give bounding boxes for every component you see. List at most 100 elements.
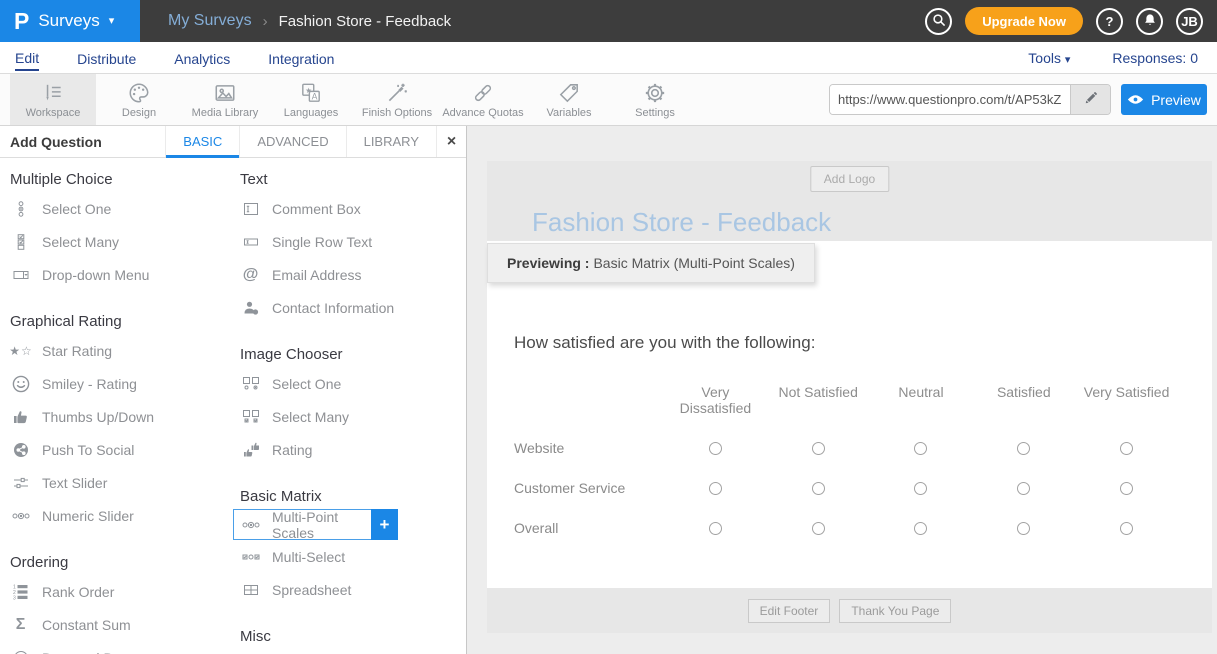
toolbar-item[interactable]: Variables xyxy=(526,74,612,125)
section-title: Multiple Choice xyxy=(10,171,230,188)
eye-icon xyxy=(1127,92,1144,108)
question-type-item[interactable]: Spreadsheet + xyxy=(240,573,457,606)
languages-icon: ★A xyxy=(299,81,323,105)
matrix-column-label: Not Satisfied xyxy=(767,384,870,416)
panel-tab[interactable]: LIBRARY xyxy=(346,126,436,157)
notifications-button[interactable] xyxy=(1136,8,1163,35)
question-type-item[interactable]: Numeric Slider + xyxy=(10,499,230,532)
edit-url-button[interactable] xyxy=(1070,85,1110,114)
responses-count[interactable]: Responses: 0 xyxy=(1112,50,1198,66)
close-panel-button[interactable]: × xyxy=(436,126,466,157)
radio-button[interactable] xyxy=(1017,442,1030,455)
add-logo-button[interactable]: Add Logo xyxy=(810,166,889,192)
matrix-row-label: Website xyxy=(514,440,664,456)
question-type-item[interactable]: Σ Constant Sum + xyxy=(10,608,230,641)
radio-button[interactable] xyxy=(709,482,722,495)
question-type-item[interactable]: ★☆ Star Rating + xyxy=(10,334,230,367)
question-type-item[interactable]: Select One + xyxy=(10,192,230,225)
panel-title: Add Question xyxy=(0,126,165,157)
radio-button[interactable] xyxy=(812,442,825,455)
nav-tab[interactable]: Integration xyxy=(268,45,334,70)
section-title: Image Chooser xyxy=(240,346,457,363)
question-type-item[interactable]: Select Many + xyxy=(240,400,457,433)
radio-button[interactable] xyxy=(914,442,927,455)
search-button[interactable] xyxy=(925,8,952,35)
panel-tab[interactable]: BASIC xyxy=(165,126,239,157)
add-question-header: Add Question BASIC ADVANCED LIBRARY × xyxy=(0,126,466,158)
section-graphical-rating: Graphical Rating ★☆ Star Rating + xyxy=(10,313,230,532)
toolbar-item[interactable]: Advance Quotas xyxy=(440,74,526,125)
question-type-item[interactable]: Multi-Select + xyxy=(240,540,457,573)
radio-button[interactable] xyxy=(1017,482,1030,495)
question-type-item[interactable]: Smiley - Rating + xyxy=(10,367,230,400)
toolbar-item[interactable]: ★A Languages xyxy=(268,74,354,125)
section-misc: Misc xyxy=(240,628,457,645)
pencil-icon xyxy=(1084,91,1098,108)
matrix-header: Very Dissatisfied Not Satisfied Neutral … xyxy=(514,384,1178,416)
text-slider-icon xyxy=(10,475,32,491)
question-type-item[interactable]: Rating + xyxy=(240,433,457,466)
media-library-icon xyxy=(213,81,237,105)
radio-button[interactable] xyxy=(914,482,927,495)
star-rating-icon: ★☆ xyxy=(10,345,32,357)
nav-tab[interactable]: Edit xyxy=(15,44,39,71)
edit-footer-button[interactable]: Edit Footer xyxy=(748,599,831,623)
question-type-item[interactable]: Single Row Text + xyxy=(240,225,457,258)
question-type-item[interactable]: @ Email Address + xyxy=(240,258,457,291)
question-text[interactable]: How satisfied are you with the following… xyxy=(514,333,1212,353)
radio-button[interactable] xyxy=(1120,442,1133,455)
survey-url-box xyxy=(829,84,1111,115)
radio-button[interactable] xyxy=(709,522,722,535)
question-type-item[interactable]: Multi-Point Scales + xyxy=(233,509,372,540)
nav-tab[interactable]: Analytics xyxy=(174,45,230,70)
question-type-item[interactable]: Contact Information + xyxy=(240,291,457,324)
toolbar-item[interactable]: Settings xyxy=(612,74,698,125)
preview-button[interactable]: Preview xyxy=(1121,84,1207,115)
question-type-item[interactable]: Select Many + xyxy=(10,225,230,258)
tools-menu[interactable]: Tools ▾ xyxy=(1028,50,1070,66)
breadcrumb-my-surveys[interactable]: My Surveys xyxy=(168,12,252,30)
matrix-column-label: Very Satisfied xyxy=(1075,384,1178,416)
svg-text:3: 3 xyxy=(13,595,16,600)
image-select-many-icon xyxy=(240,409,262,425)
question-type-item[interactable]: Comment Box + xyxy=(240,192,457,225)
survey-header: Add Logo Fashion Store - Feedback xyxy=(487,161,1212,241)
finish-options-icon xyxy=(385,81,409,105)
question-type-item[interactable]: Thumbs Up/Down + xyxy=(10,400,230,433)
upgrade-now-button[interactable]: Upgrade Now xyxy=(965,7,1083,35)
section-title: Text xyxy=(240,171,457,188)
thank-you-page-button[interactable]: Thank You Page xyxy=(839,599,951,623)
section-multiple-choice: Multiple Choice Select One + xyxy=(10,171,230,291)
question-type-item[interactable]: Drag and Drop + xyxy=(10,641,230,654)
toolbar-item[interactable]: Finish Options xyxy=(354,74,440,125)
toolbar-item[interactable]: Workspace xyxy=(10,74,96,125)
add-question-button[interactable]: + xyxy=(371,509,398,540)
survey-url-input[interactable] xyxy=(830,85,1070,114)
app-logo[interactable]: P Surveys ▾ xyxy=(0,0,140,42)
radio-button[interactable] xyxy=(1017,522,1030,535)
radio-button[interactable] xyxy=(812,522,825,535)
matrix-column-label: Satisfied xyxy=(972,384,1075,416)
sigma-icon: Σ xyxy=(10,617,32,633)
radio-button[interactable] xyxy=(1120,522,1133,535)
question-type-item[interactable]: 123 Rank Order + xyxy=(10,575,230,608)
topbar-actions: Upgrade Now ? JB xyxy=(925,7,1217,35)
image-select-one-icon xyxy=(240,376,262,392)
help-button[interactable]: ? xyxy=(1096,8,1123,35)
avatar[interactable]: JB xyxy=(1176,8,1203,35)
radio-button[interactable] xyxy=(914,522,927,535)
toolbar-item[interactable]: Design xyxy=(96,74,182,125)
question-type-item[interactable]: Drop-down Menu + xyxy=(10,258,230,291)
share-icon xyxy=(10,442,32,458)
question-type-item[interactable]: Push To Social + xyxy=(10,433,230,466)
nav-tab[interactable]: Distribute xyxy=(77,45,136,70)
question-type-item[interactable]: Text Slider + xyxy=(10,466,230,499)
radio-button[interactable] xyxy=(709,442,722,455)
radio-button[interactable] xyxy=(1120,482,1133,495)
survey-title[interactable]: Fashion Store - Feedback xyxy=(532,207,831,238)
radio-button[interactable] xyxy=(812,482,825,495)
panel-tab[interactable]: ADVANCED xyxy=(239,126,345,157)
toolbar-item[interactable]: Media Library xyxy=(182,74,268,125)
question-types-column-1: Multiple Choice Select One + xyxy=(10,158,230,654)
question-type-item[interactable]: Select One + xyxy=(240,367,457,400)
